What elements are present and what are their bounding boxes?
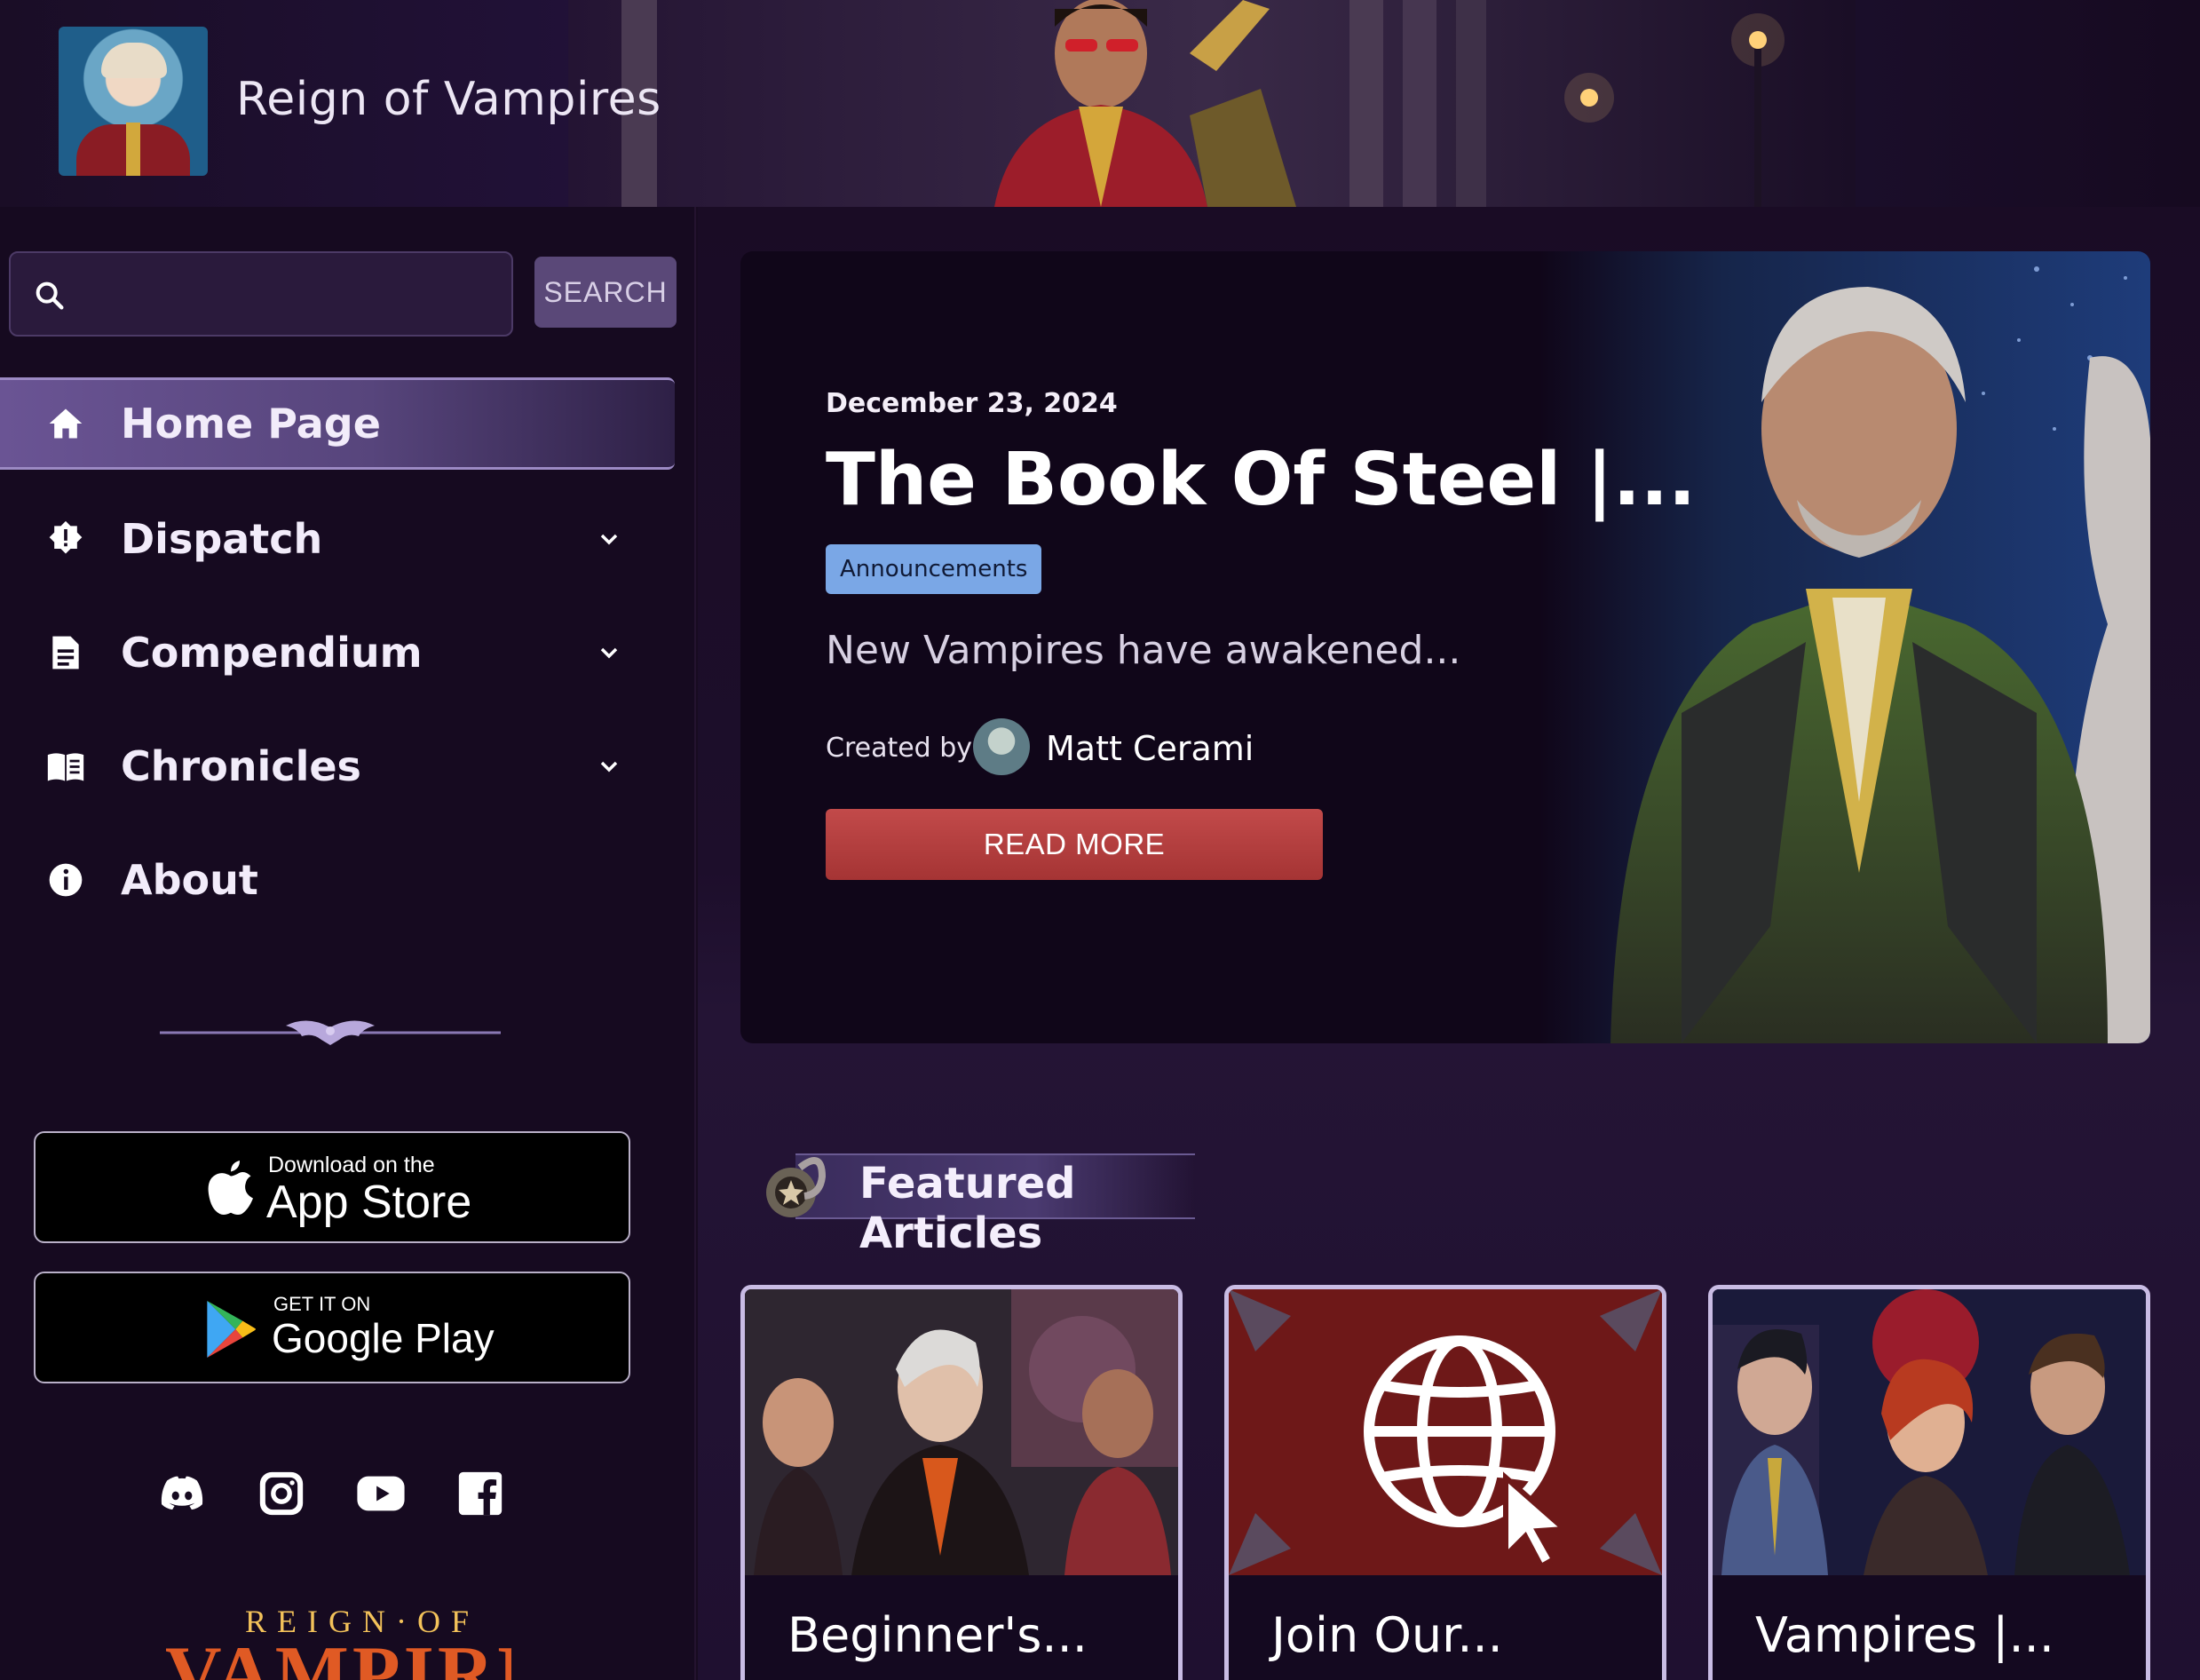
nav-item-dispatch[interactable]: Dispatch — [0, 493, 675, 585]
document-icon — [52, 636, 79, 670]
article-card[interactable]: Vampires |... — [1708, 1285, 2150, 1680]
google-play-icon — [207, 1301, 256, 1358]
featured-articles-heading: Featured Articles — [751, 1141, 1231, 1258]
nav-item-chronicles[interactable]: Chronicles — [0, 720, 675, 812]
search-button[interactable]: SEARCH — [534, 257, 677, 328]
hero-card[interactable]: December 23, 2024 The Book Of Steel |...… — [740, 251, 2150, 1043]
chevron-down-icon[interactable] — [595, 638, 623, 667]
reign-of-vampires-logo[interactable]: REIGN·OF VAMPIRES — [156, 1603, 511, 1680]
site-title[interactable]: Reign of Vampires — [236, 73, 661, 126]
hero-date: December 23, 2024 — [826, 388, 1118, 419]
category-tag[interactable]: Announcements — [826, 544, 1042, 594]
hero-excerpt: New Vampires have awakened... — [826, 628, 1461, 673]
nav-item-about[interactable]: About — [0, 834, 675, 926]
site-logo[interactable] — [59, 27, 208, 176]
bottom-logo-main-text: VAMPIRES — [165, 1631, 511, 1680]
nav-label-home: Home Page — [121, 400, 381, 448]
google-play-big-text: Google Play — [272, 1315, 495, 1361]
social-links — [156, 1468, 511, 1521]
nav-label-compendium: Compendium — [121, 629, 423, 677]
nav-label-dispatch: Dispatch — [121, 515, 323, 563]
app-store-big-text: App Store — [266, 1177, 472, 1228]
apple-icon — [208, 1161, 253, 1215]
search-input[interactable] — [82, 264, 499, 326]
hero-title[interactable]: The Book Of Steel |... — [826, 438, 1696, 522]
alert-badge-icon — [49, 520, 83, 554]
site-header: Reign of Vampires — [0, 0, 2200, 207]
google-play-badge[interactable]: GET IT ON Google Play — [34, 1272, 630, 1383]
article-card-title: Join Our... — [1271, 1607, 1503, 1663]
bat-divider-ornament — [160, 1020, 501, 1045]
home-icon — [49, 408, 83, 439]
created-by-label: Created by — [826, 733, 973, 764]
nav-item-home[interactable]: Home Page — [0, 377, 675, 470]
article-card-image — [745, 1289, 1178, 1575]
author-avatar[interactable] — [973, 718, 1030, 775]
chevron-down-icon[interactable] — [595, 525, 623, 553]
facebook-icon[interactable] — [455, 1468, 506, 1519]
info-icon — [49, 863, 83, 897]
article-card-title: Vampires |... — [1755, 1607, 2054, 1663]
hero-character-art — [1539, 251, 2150, 1043]
instagram-icon[interactable] — [256, 1468, 307, 1519]
nav-label-chronicles: Chronicles — [121, 742, 361, 790]
open-book-icon — [47, 753, 84, 781]
article-card-title: Beginner's... — [787, 1607, 1088, 1663]
featured-articles-title: Featured Articles — [859, 1159, 1076, 1258]
author-name[interactable]: Matt Cerami — [1046, 729, 1254, 768]
chevron-down-icon[interactable] — [595, 752, 623, 781]
nav-item-compendium[interactable]: Compendium — [0, 606, 675, 699]
discord-icon[interactable] — [156, 1468, 208, 1519]
article-card[interactable]: Join Our... — [1224, 1285, 1666, 1680]
article-card-image — [1713, 1289, 2146, 1575]
article-card-image — [1229, 1289, 1662, 1575]
youtube-icon[interactable] — [355, 1468, 407, 1519]
article-card[interactable]: Beginner's... — [740, 1285, 1183, 1680]
sidebar: SEARCH Home Page Dispatch Compendium Chr… — [0, 207, 696, 1680]
google-play-small-text: GET IT ON — [273, 1293, 371, 1315]
main-content: December 23, 2024 The Book Of Steel |...… — [698, 207, 2200, 1680]
header-banner-art — [568, 0, 1856, 207]
ring-emblem-icon — [766, 1157, 827, 1217]
app-store-small-text: Download on the — [268, 1153, 435, 1177]
search-icon — [36, 281, 64, 310]
search-box[interactable] — [9, 251, 513, 337]
app-store-badge[interactable]: Download on the App Store — [34, 1131, 630, 1243]
read-more-button[interactable]: READ MORE — [826, 809, 1323, 880]
nav-label-about: About — [121, 856, 258, 904]
